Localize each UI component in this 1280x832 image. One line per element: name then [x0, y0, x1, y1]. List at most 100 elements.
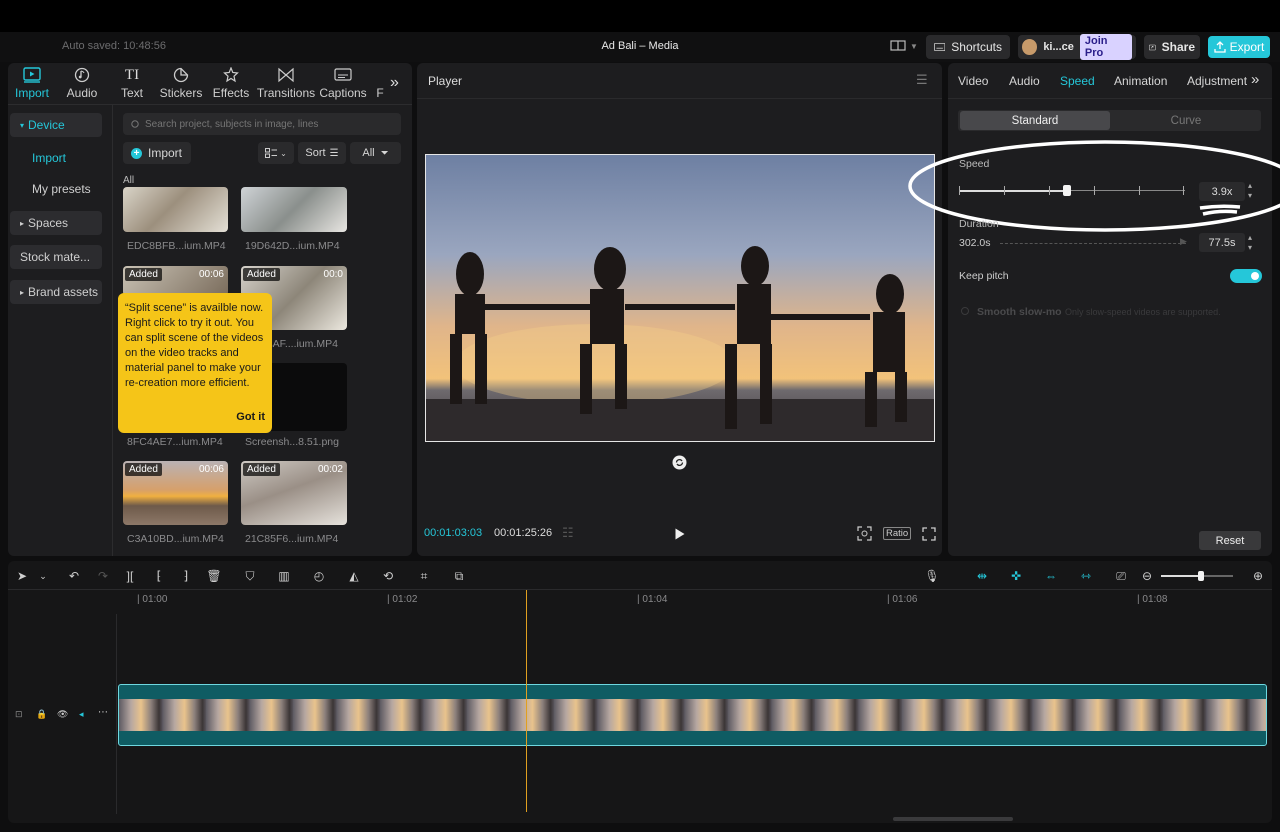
crop-icon[interactable]: ⌗: [414, 567, 434, 585]
lock-icon[interactable]: 🔒: [36, 709, 47, 720]
speed-icon[interactable]: ◴: [309, 567, 329, 585]
sidebar-item-stock[interactable]: Stock mate...: [10, 245, 102, 269]
got-it-button[interactable]: Got it: [236, 410, 265, 425]
shield-icon[interactable]: ⛉: [240, 567, 260, 585]
split-icon[interactable]: ][: [120, 567, 140, 585]
auto-reframe-pro-icon[interactable]: ⧉: [449, 567, 469, 585]
ruler-tick: | 01:04: [637, 594, 668, 605]
menu-icon[interactable]: ☰: [916, 72, 928, 88]
media-thumbnail[interactable]: [123, 187, 228, 232]
tab-video[interactable]: Video: [958, 74, 988, 88]
project-title[interactable]: Ad Bali – Media: [560, 40, 720, 52]
search-input[interactable]: [145, 118, 395, 130]
tab-audio-label: Audio: [66, 86, 98, 100]
tab-audio-inspector[interactable]: Audio: [1009, 74, 1040, 88]
duration-stepper-icon[interactable]: ▴ ▾: [1248, 233, 1252, 253]
sidebar-item-spaces[interactable]: ▸ Spaces: [10, 211, 102, 235]
duration-value: 77.5s: [1208, 236, 1236, 249]
link-icon[interactable]: ⇔: [1041, 567, 1061, 585]
rotate-icon[interactable]: [672, 455, 687, 470]
added-badge: Added: [125, 268, 162, 281]
zoom-in-icon[interactable]: ⊕: [1248, 567, 1268, 585]
ratio-button[interactable]: Ratio: [883, 527, 912, 540]
selection-frame[interactable]: [425, 154, 935, 442]
tab-text[interactable]: TI Text: [118, 67, 146, 100]
freeze-frame-icon[interactable]: ▥: [274, 567, 294, 585]
sidebar-item-brand-assets[interactable]: ▸ Brand assets: [10, 280, 102, 304]
caret-down-icon: ▾: [20, 120, 25, 130]
tab-import[interactable]: Import: [15, 67, 49, 100]
screen-preview-icon[interactable]: ⎚: [1111, 567, 1131, 585]
media-thumbnail[interactable]: Added 00:06: [123, 461, 228, 525]
tab-more[interactable]: F: [374, 67, 386, 100]
keep-pitch-toggle[interactable]: [1230, 269, 1262, 283]
view-mode-selector[interactable]: ⌄: [258, 142, 294, 164]
sidebar-item-import[interactable]: Import: [10, 146, 102, 170]
import-button[interactable]: + Import: [123, 142, 191, 164]
delete-icon[interactable]: 🗑: [204, 567, 224, 585]
zoom-slider-track[interactable]: [1161, 571, 1233, 581]
video-clip[interactable]: [118, 684, 1267, 746]
play-icon[interactable]: [675, 528, 685, 540]
tab-adjustment[interactable]: Adjustment: [1187, 74, 1247, 88]
tab-transitions[interactable]: Transitions: [257, 67, 315, 100]
mode-standard[interactable]: Standard: [960, 111, 1110, 130]
sidebar-item-device[interactable]: ▾ Device: [10, 113, 102, 137]
media-thumbnail[interactable]: Added 00:02: [241, 461, 347, 525]
duration-input[interactable]: 77.5s: [1199, 233, 1245, 252]
fit-screen-icon[interactable]: [857, 526, 872, 541]
timeline-scrollbar[interactable]: [893, 817, 1013, 821]
join-pro-badge[interactable]: Join Pro: [1079, 34, 1132, 60]
mirror-icon[interactable]: ◭: [344, 567, 364, 585]
preview-axis-icon[interactable]: ⇿: [1076, 567, 1096, 585]
timecode-grid-icon[interactable]: ☷: [562, 525, 574, 541]
search-box[interactable]: [123, 113, 401, 135]
layout-selector[interactable]: ▼: [890, 39, 918, 53]
tab-animation[interactable]: Animation: [1114, 74, 1167, 88]
account-button[interactable]: ki...ce Join Pro: [1018, 34, 1136, 60]
chevron-down-icon[interactable]: ⌄: [33, 567, 53, 585]
more-options-icon[interactable]: ⋯: [98, 707, 108, 718]
share-button[interactable]: Share: [1144, 35, 1200, 59]
auto-snap-icon[interactable]: ✜: [1006, 567, 1026, 585]
split-right-icon[interactable]: ⁆: [176, 567, 196, 585]
redo-icon[interactable]: ↷: [93, 567, 113, 585]
zoom-slider-handle[interactable]: [1198, 571, 1204, 581]
tab-captions[interactable]: Captions: [319, 67, 367, 100]
duration-label: 00:06: [198, 464, 224, 475]
media-thumbnail[interactable]: Added 00:06: [123, 266, 228, 296]
magnet-icon[interactable]: ⇹: [972, 567, 992, 585]
media-thumbnail[interactable]: [241, 187, 347, 232]
select-tool-icon[interactable]: ➤: [12, 567, 32, 585]
inspector-tabs-more-icon[interactable]: »: [1251, 71, 1259, 88]
microphone-icon[interactable]: 🎙: [922, 567, 942, 585]
zoom-out-icon[interactable]: ⊖: [1137, 567, 1157, 585]
tab-audio[interactable]: Audio: [64, 67, 100, 100]
window-top-strip: [0, 0, 1280, 32]
rotate-tool-icon[interactable]: ⟲: [378, 567, 398, 585]
audio-toggle-icon[interactable]: ◂: [79, 709, 84, 720]
player-title: Player: [428, 74, 463, 88]
keep-pitch-label: Keep pitch: [959, 270, 1009, 282]
mode-curve-label: Curve: [1170, 114, 1202, 127]
reset-button[interactable]: Reset: [1199, 531, 1261, 550]
shortcuts-button[interactable]: Shortcuts: [926, 35, 1010, 59]
cover-icon[interactable]: ⊡: [15, 709, 23, 720]
tab-stickers[interactable]: Stickers: [160, 67, 202, 100]
playhead[interactable]: [526, 590, 527, 812]
effects-icon: [223, 67, 239, 83]
sidebar-item-my-presets[interactable]: My presets: [10, 177, 102, 201]
mode-curve[interactable]: Curve: [1112, 111, 1260, 130]
tabs-scroll-right-icon[interactable]: »: [390, 74, 399, 92]
filter-button[interactable]: All ⏷: [350, 142, 401, 164]
tab-speed[interactable]: Speed: [1060, 74, 1095, 88]
undo-icon[interactable]: ↶: [64, 567, 84, 585]
sort-button[interactable]: Sort ☰: [298, 142, 346, 164]
split-left-icon[interactable]: ⁅: [149, 567, 169, 585]
eye-icon[interactable]: 👁: [57, 709, 68, 720]
smooth-slowmo-checkbox[interactable]: [961, 307, 969, 315]
export-button[interactable]: Export: [1208, 36, 1270, 58]
tab-effects[interactable]: Effects: [212, 67, 250, 100]
media-item-name: 19D642D...ium.MP4: [245, 240, 340, 252]
fullscreen-icon[interactable]: [922, 527, 936, 541]
